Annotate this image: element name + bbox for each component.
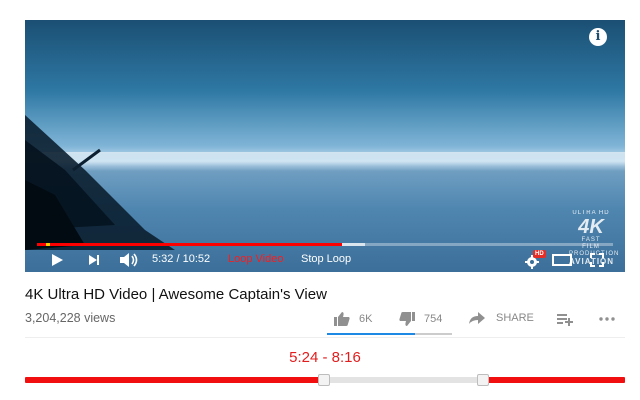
thumbs-down-icon xyxy=(399,312,415,326)
video-title: 4K Ultra HD Video | Awesome Captain's Vi… xyxy=(25,286,327,303)
progress-bar[interactable] xyxy=(37,243,613,246)
fullscreen-icon[interactable] xyxy=(589,252,605,268)
loop-range-slider[interactable] xyxy=(25,374,625,386)
next-icon[interactable] xyxy=(86,253,102,267)
logo-4k-text: 4K xyxy=(578,216,604,238)
play-icon[interactable] xyxy=(49,253,65,267)
video-player[interactable]: i ULTRA HD 4K FAST FILM PRODUCTION AVIAT… xyxy=(25,20,625,272)
volume-icon[interactable] xyxy=(119,252,139,268)
thumbs-up-icon xyxy=(334,312,350,326)
more-dots-icon xyxy=(599,317,615,321)
share-button[interactable]: SHARE xyxy=(468,311,534,325)
loop-video-button[interactable]: Loop Video xyxy=(228,253,283,265)
theater-mode-icon[interactable] xyxy=(552,253,572,267)
divider xyxy=(25,337,625,338)
loop-range-text: 5:24 - 8:16 xyxy=(289,349,361,366)
view-count: 3,204,228 views xyxy=(25,311,116,325)
more-options-button[interactable] xyxy=(598,311,616,325)
dislike-count: 754 xyxy=(424,313,443,325)
loop-range-selected xyxy=(323,377,482,383)
share-label: SHARE xyxy=(496,312,534,324)
share-arrow-icon xyxy=(469,312,485,324)
add-to-playlist-button[interactable] xyxy=(556,312,574,326)
progress-played xyxy=(37,243,343,246)
loop-end-handle[interactable] xyxy=(476,374,489,386)
dislike-button[interactable]: 754 xyxy=(398,311,442,327)
like-button[interactable]: 6K xyxy=(333,311,372,327)
player-controls: 5:32 / 10:52 Loop Video Stop Loop HD xyxy=(25,249,625,271)
progress-marker xyxy=(45,243,50,246)
like-ratio-fill xyxy=(327,333,415,335)
loop-start-handle[interactable] xyxy=(318,374,331,386)
info-icon[interactable]: i xyxy=(589,28,607,46)
hd-badge: HD xyxy=(533,250,546,258)
like-ratio-bar xyxy=(327,333,452,335)
stop-loop-button[interactable]: Stop Loop xyxy=(301,253,351,265)
cockpit-frame xyxy=(25,115,175,250)
time-display: 5:32 / 10:52 xyxy=(152,253,211,265)
add-to-playlist-icon xyxy=(557,314,573,326)
like-count: 6K xyxy=(359,313,373,325)
